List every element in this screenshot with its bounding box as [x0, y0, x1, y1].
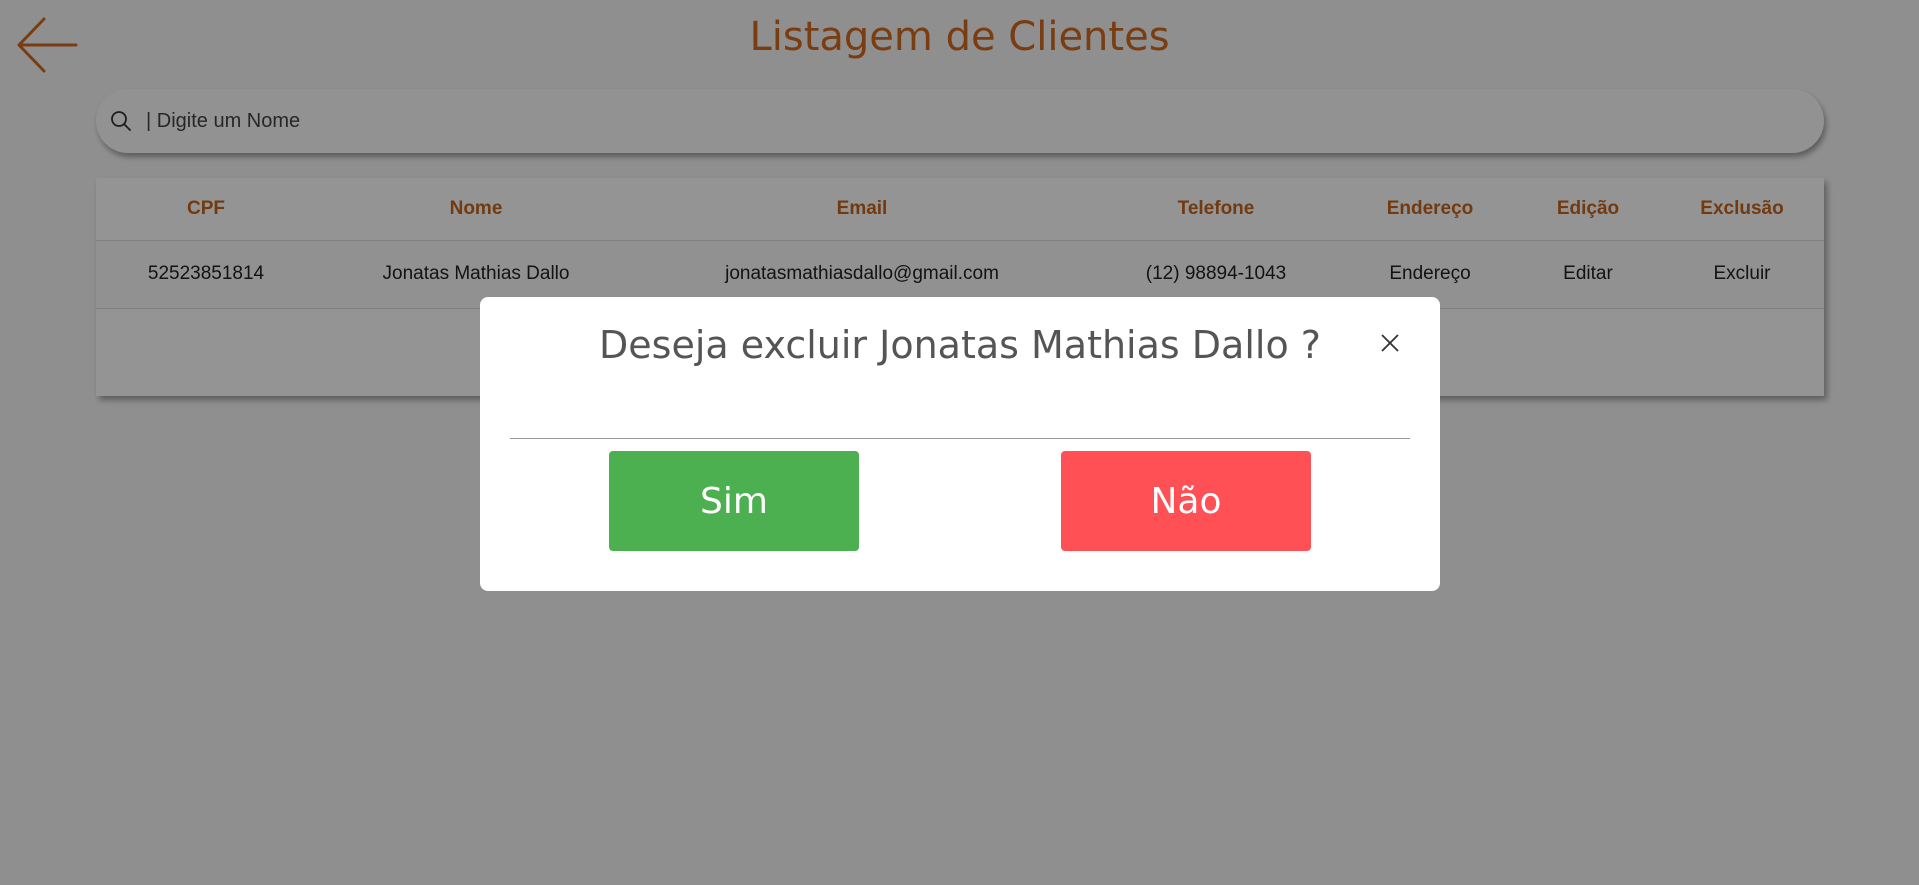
close-icon[interactable] [1380, 333, 1400, 353]
modal-title: Deseja excluir Jonatas Mathias Dallo ? [599, 323, 1321, 367]
delete-confirm-modal: Deseja excluir Jonatas Mathias Dallo ? S… [480, 297, 1440, 591]
confirm-delete-button[interactable]: Sim [609, 451, 859, 551]
cancel-delete-button[interactable]: Não [1061, 451, 1311, 551]
modal-divider [510, 438, 1410, 439]
client-list-page: Listagem de Clientes CPF Nome Email Tele… [0, 0, 1919, 885]
